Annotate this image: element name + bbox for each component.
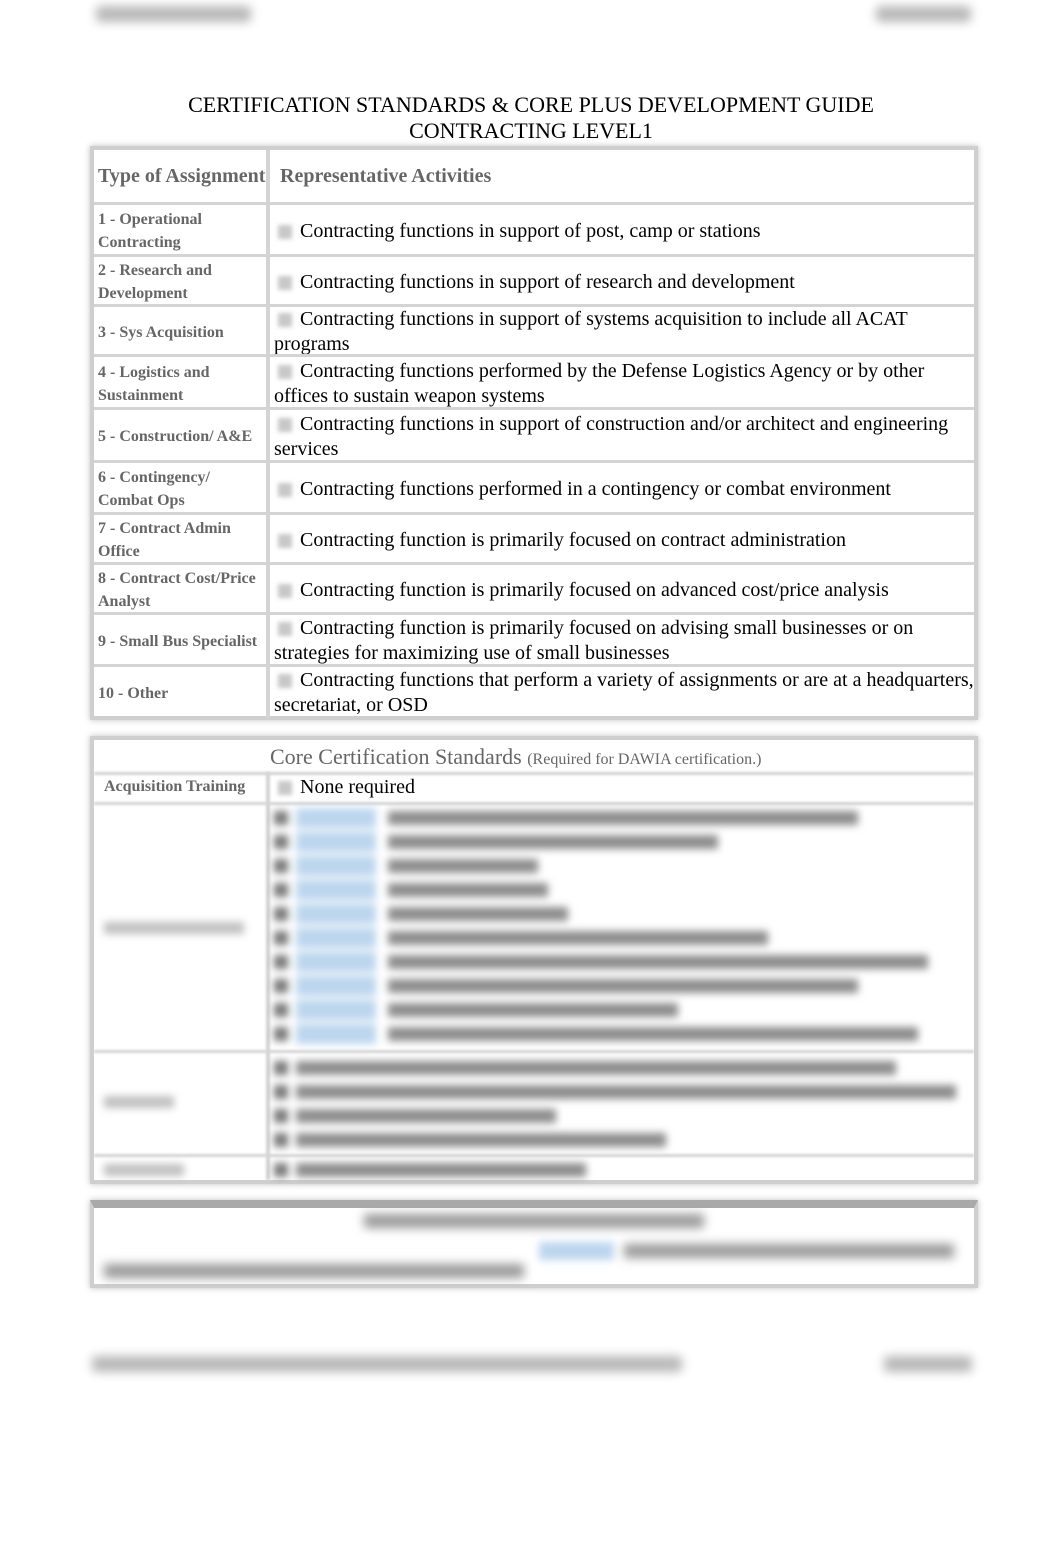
- redacted-list-item: [274, 902, 964, 926]
- activity-cell: Contracting functions performed by the D…: [270, 357, 974, 410]
- assignment-type: 7 - Contract Admin Office: [94, 515, 270, 565]
- assignment-type: 4 - Logistics and Sustainment: [94, 357, 270, 410]
- redacted-list-item: [274, 926, 964, 950]
- assignments-table: Type of Assignment Representative Activit…: [90, 146, 978, 720]
- activity-cell: Contracting functions in support of post…: [270, 205, 974, 257]
- acquisition-training-label: Acquisition Training: [104, 778, 246, 795]
- table-row: 4 - Logistics and Sustainment Contracting…: [94, 354, 974, 410]
- experience-list-redacted: [274, 1158, 964, 1182]
- divider: [94, 802, 974, 805]
- bullet-icon: [278, 417, 292, 432]
- activity-text: Contracting function is primarily focuse…: [274, 617, 914, 664]
- activity-cell: Contracting function is primarily focuse…: [270, 515, 974, 565]
- assignment-type: 2 - Research and Development: [94, 257, 270, 307]
- assignment-type: 3 - Sys Acquisition: [94, 307, 270, 357]
- table-row: 3 - Sys Acquisition Contracting functions…: [94, 304, 974, 357]
- core-plus-heading-redacted: [364, 1214, 704, 1228]
- table-row: 7 - Contract Admin Office Contracting fun…: [94, 512, 974, 565]
- activity-cell: Contracting functions that perform a var…: [270, 667, 974, 719]
- core-standards-note: (Required for DAWIA certification.): [527, 751, 762, 768]
- core-standards-table: Core Certification Standards (Required f…: [90, 736, 978, 1184]
- bullet-icon: [278, 781, 292, 796]
- page-date-redacted: [884, 1356, 972, 1372]
- functional-training-list-redacted: [274, 806, 964, 1046]
- redacted-list-item: [274, 854, 964, 878]
- document-title: CERTIFICATION STANDARDS & CORE PLUS DEVE…: [188, 92, 874, 117]
- redacted-list-item: [274, 1104, 964, 1128]
- acquisition-training-value: None required: [274, 776, 415, 799]
- redacted-list-item: [274, 878, 964, 902]
- assignment-type: 9 - Small Bus Specialist: [94, 615, 270, 667]
- document-subtitle: CONTRACTING LEVEL1: [409, 118, 653, 143]
- assignment-note-redacted: [104, 1264, 524, 1278]
- activity-text: Contracting functions performed by the D…: [274, 359, 925, 407]
- table-header-row: Type of Assignment Representative Activit…: [94, 150, 974, 202]
- header-type-of-assignment: Type of Assignment: [94, 150, 270, 202]
- redacted-list-item: [274, 1128, 964, 1152]
- bullet-icon: [278, 622, 292, 637]
- activity-cell: Contracting functions in support of cons…: [270, 410, 974, 463]
- bullet-icon: [278, 482, 292, 497]
- course-link-redacted[interactable]: [539, 1242, 614, 1260]
- activity-text: Contracting functions in support of post…: [300, 219, 761, 242]
- course-title-redacted: [624, 1244, 954, 1258]
- table-row: 9 - Small Bus Specialist Contracting func…: [94, 612, 974, 667]
- page-url-redacted: [92, 1356, 682, 1372]
- education-label-redacted: [104, 1096, 174, 1108]
- bullet-icon: [278, 533, 292, 548]
- education-list-redacted: [274, 1056, 964, 1152]
- activity-text: Contracting functions in support of rese…: [300, 270, 795, 293]
- bullet-icon: [278, 224, 292, 239]
- bullet-icon: [278, 275, 292, 290]
- table-row: 1 - Operational Contracting Contracting f…: [94, 202, 974, 257]
- experience-label-redacted: [104, 1164, 184, 1176]
- assignment-type: 8 - Contract Cost/Price Analyst: [94, 565, 270, 615]
- page-number-redacted: [876, 6, 971, 22]
- column-divider: [266, 772, 270, 1180]
- assignment-type: 10 - Other: [94, 667, 270, 719]
- assignment-type: 1 - Operational Contracting: [94, 205, 270, 257]
- activity-cell: Contracting functions performed in a con…: [270, 463, 974, 515]
- redacted-list-item: [274, 1056, 964, 1080]
- activity-text: Contracting function is primarily focuse…: [300, 578, 889, 601]
- bullet-icon: [278, 313, 292, 328]
- table-row: 2 - Research and Development Contracting …: [94, 254, 974, 307]
- page-header-left-redacted: [96, 6, 251, 22]
- header-representative-activities: Representative Activities: [280, 164, 492, 187]
- activity-text: Contracting functions in support of cons…: [274, 412, 949, 460]
- redacted-list-item: [274, 806, 964, 830]
- divider: [94, 1050, 974, 1053]
- activity-cell: Contracting function is primarily focuse…: [270, 565, 974, 615]
- activity-text: Contracting functions performed in a con…: [300, 477, 891, 500]
- core-plus-table-redacted: [90, 1200, 978, 1288]
- table-row: 10 - Other Contracting functions that per…: [94, 664, 974, 719]
- assignment-type: 6 - Contingency/ Combat Ops: [94, 463, 270, 515]
- divider: [94, 1154, 974, 1157]
- redacted-list-item: [274, 998, 964, 1022]
- activity-text: Contracting functions in support of syst…: [274, 308, 908, 355]
- table-row: 5 - Construction/ A&E Contracting functio…: [94, 407, 974, 463]
- redacted-list-item: [274, 1158, 964, 1182]
- redacted-list-item: [274, 830, 964, 854]
- core-standards-title: Core Certification Standards: [270, 744, 522, 769]
- activity-cell: Contracting function is primarily focuse…: [270, 615, 974, 667]
- core-standards-heading: Core Certification Standards (Required f…: [270, 744, 761, 770]
- activity-cell: Contracting functions in support of rese…: [270, 257, 974, 307]
- redacted-list-item: [274, 1080, 964, 1104]
- assignment-type: 5 - Construction/ A&E: [94, 410, 270, 463]
- table-row: 8 - Contract Cost/Price Analyst Contracti…: [94, 562, 974, 615]
- bullet-icon: [278, 583, 292, 598]
- redacted-list-item: [274, 1022, 964, 1046]
- bullet-icon: [278, 674, 292, 689]
- bullet-icon: [278, 364, 292, 379]
- activity-cell: Contracting functions in support of syst…: [270, 307, 974, 357]
- activity-text: Contracting function is primarily focuse…: [300, 528, 846, 551]
- functional-training-label-redacted: [104, 922, 244, 934]
- divider: [94, 772, 974, 775]
- redacted-list-item: [274, 974, 964, 998]
- activity-text: Contracting functions that perform a var…: [274, 669, 974, 716]
- table-row: 6 - Contingency/ Combat Ops Contracting f…: [94, 460, 974, 515]
- redacted-list-item: [274, 950, 964, 974]
